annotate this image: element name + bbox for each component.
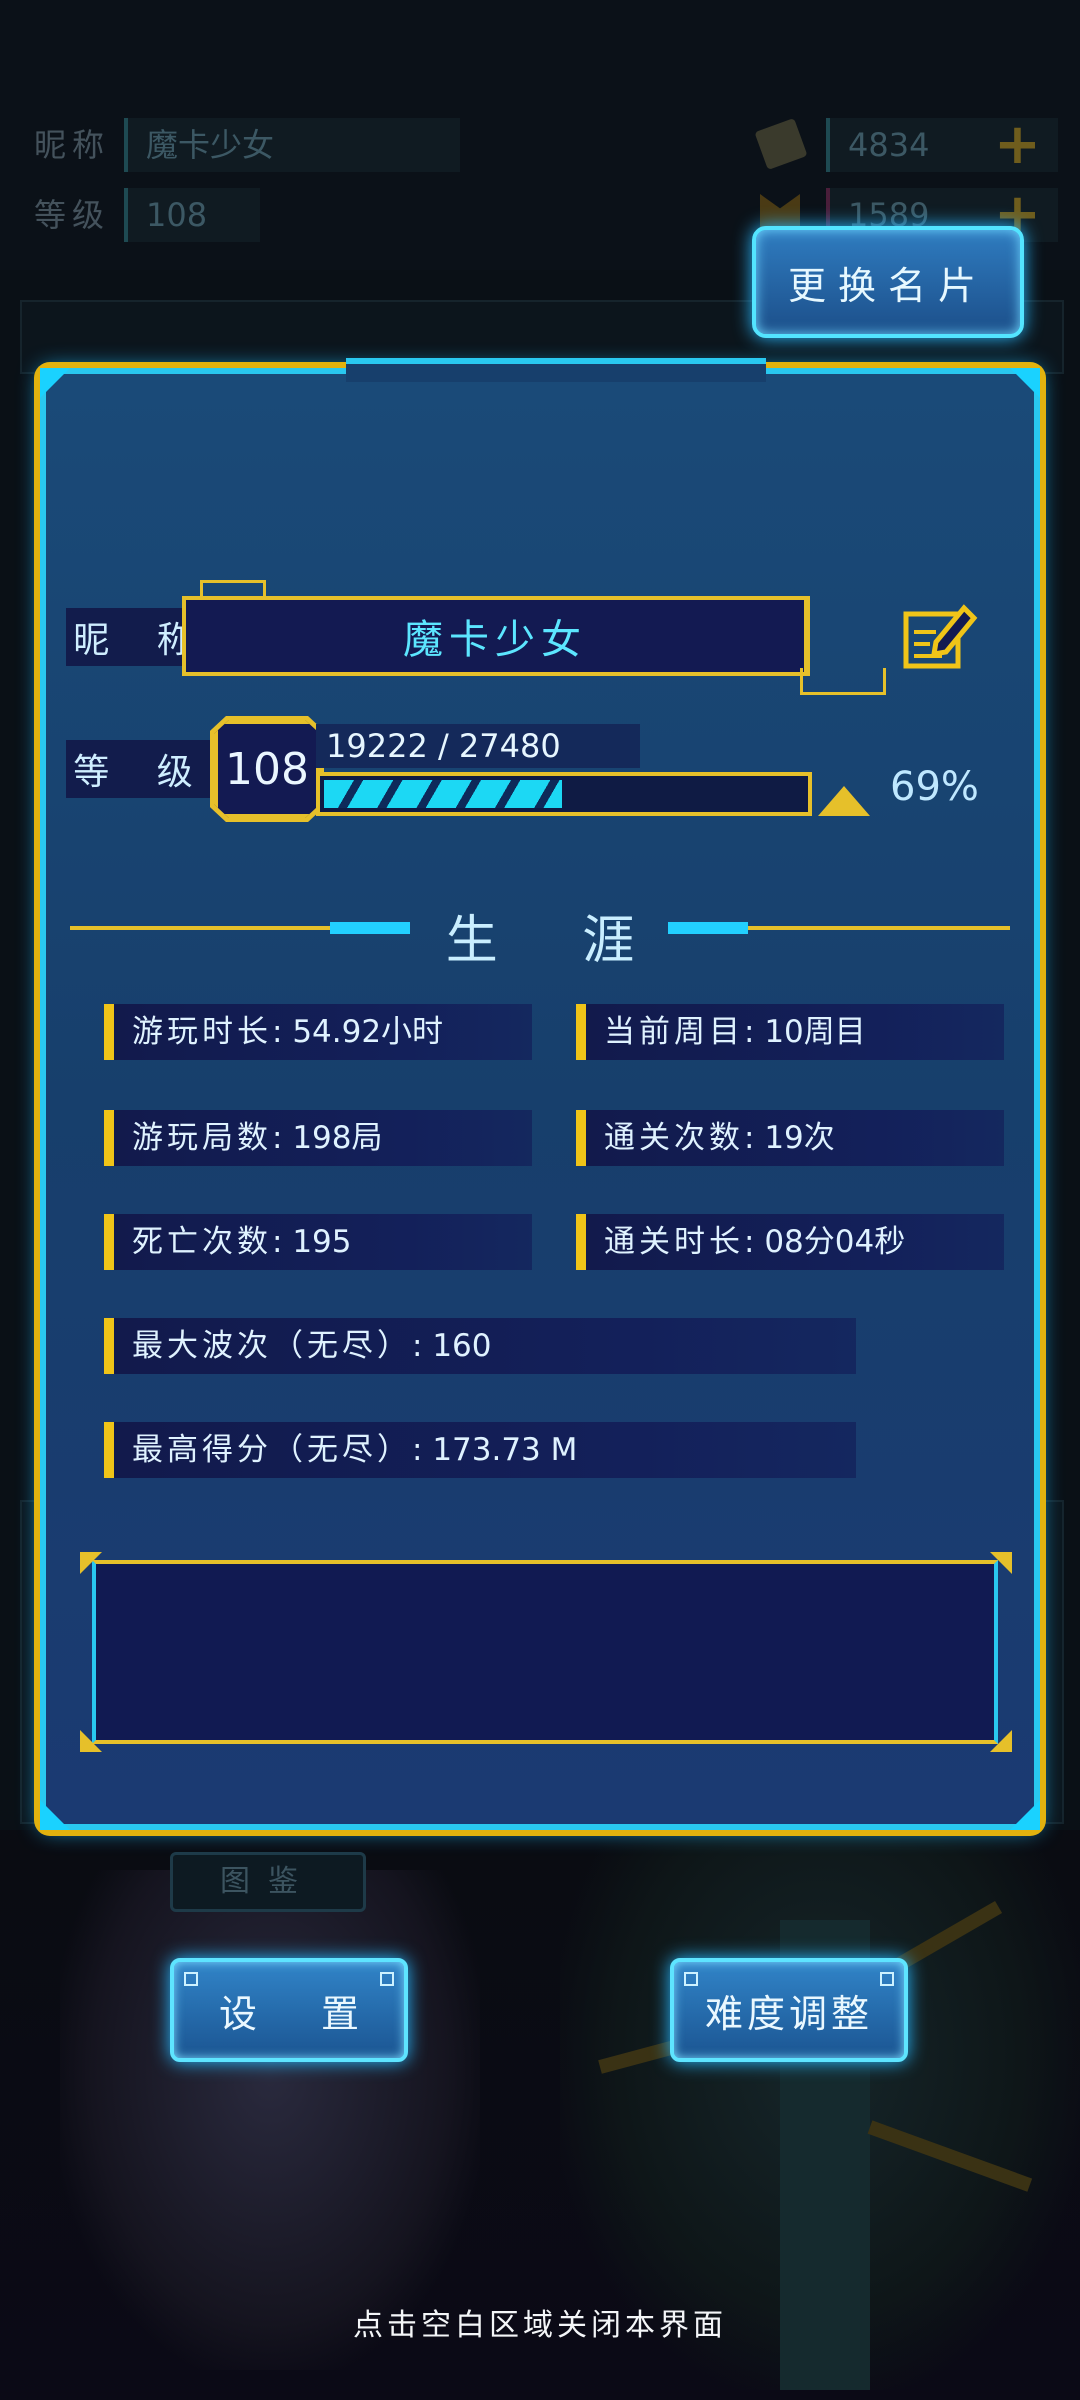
stat-value: 19次 (764, 1120, 835, 1156)
level-badge: 108 (214, 720, 320, 818)
nickname-deco (200, 580, 266, 597)
stat-clears: 通关次数: 19次 (576, 1110, 1004, 1166)
stat-label: 最大波次（无尽） (132, 1328, 412, 1364)
career-divider-accent (330, 922, 410, 934)
close-hint-text: 点击空白区域关闭本界面 (353, 2308, 727, 2343)
edit-icon[interactable] (902, 602, 978, 670)
stat-play-time: 游玩时长: 54.92小时 (104, 1004, 532, 1060)
button-corner-dot (380, 1972, 394, 1986)
difficulty-button[interactable]: 难度调整 (670, 1958, 908, 2062)
stat-clear-time: 通关时长: 08分04秒 (576, 1214, 1004, 1270)
bg-currency1-plus: + (994, 112, 1041, 177)
stat-value: 198局 (292, 1120, 383, 1156)
panel-corner (1010, 1800, 1040, 1830)
button-corner-dot (880, 1972, 894, 1986)
stat-value: 08分04秒 (764, 1224, 906, 1260)
xp-percent: 69% (890, 764, 979, 810)
stat-value: 10周目 (764, 1014, 866, 1050)
settings-button-label: 设 置 (218, 1991, 386, 2036)
bg-level-row: 等级 (34, 190, 110, 236)
signature-text-box[interactable] (92, 1560, 998, 1744)
stat-label: 游玩局数 (132, 1120, 272, 1156)
panel-corner (40, 1800, 70, 1830)
stat-high-score: 最高得分（无尽）: 173.73 M (104, 1422, 856, 1478)
panel-corner (40, 368, 70, 398)
stat-label: 最高得分（无尽） (132, 1432, 412, 1468)
xp-progress-fill (324, 780, 562, 808)
stat-max-wave: 最大波次（无尽）: 160 (104, 1318, 856, 1374)
change-card-button[interactable]: 更换名片 (752, 226, 1024, 338)
statue-figure (60, 1870, 480, 2370)
career-title: 生 涯 (445, 911, 669, 971)
button-corner-dot (684, 1972, 698, 1986)
panel-top-notch (346, 358, 766, 382)
stat-label: 通关次数 (604, 1120, 744, 1156)
stat-games-played: 游玩局数: 198局 (104, 1110, 532, 1166)
xp-progress-bar (316, 772, 812, 816)
stat-label: 当前周目 (604, 1014, 744, 1050)
difficulty-button-label: 难度调整 (704, 1991, 873, 2036)
xp-text: 19222 / 27480 (326, 727, 561, 765)
stat-label: 通关时长 (604, 1224, 744, 1260)
nickname-field[interactable]: 魔卡少女 (182, 596, 810, 676)
bg-level-field: 108 (124, 188, 260, 242)
stat-label: 游玩时长 (132, 1014, 272, 1050)
stat-value: 173.73 M (432, 1432, 578, 1468)
stat-label: 死亡次数 (132, 1224, 272, 1260)
bg-level-label: 等级 (34, 196, 111, 234)
bg-nickname-field: 魔卡少女 (124, 118, 460, 172)
settings-button[interactable]: 设 置 (170, 1958, 408, 2062)
stat-value: 195 (292, 1224, 352, 1260)
bg-nickname-label: 昵称 (34, 126, 111, 164)
bg-codex-tab[interactable]: 图鉴 (170, 1852, 366, 1912)
xp-bar-arrow (818, 786, 870, 816)
button-corner-dot (184, 1972, 198, 1986)
stat-value: 54.92小时 (292, 1014, 444, 1050)
stat-deaths: 死亡次数: 195 (104, 1214, 532, 1270)
stat-value: 160 (432, 1328, 492, 1364)
panel-corner (1010, 368, 1040, 398)
bg-nickname-row: 昵称 (34, 120, 110, 166)
career-divider-accent (668, 922, 748, 934)
nickname-deco (800, 668, 886, 695)
stat-current-cycle: 当前周目: 10周目 (576, 1004, 1004, 1060)
level-label: 等 级 (66, 740, 218, 798)
